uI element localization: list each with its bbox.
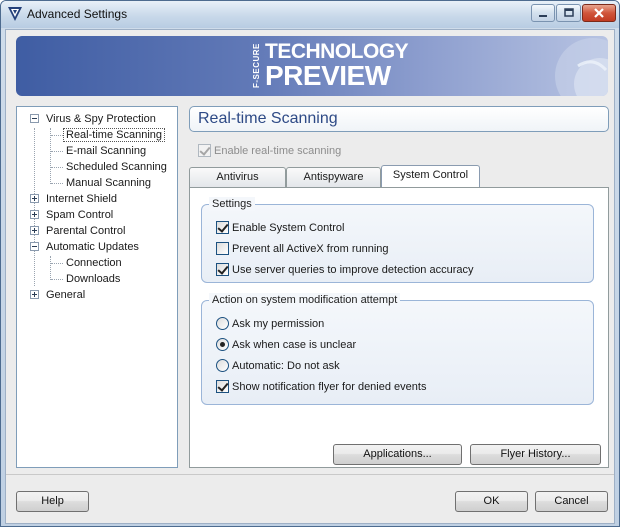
settings-tree[interactable]: Virus & Spy Protection Real-time Scannin… xyxy=(16,106,178,468)
tree-label: General xyxy=(46,289,86,301)
close-button[interactable] xyxy=(582,4,616,22)
tree-label: Parental Control xyxy=(46,225,126,237)
enable-realtime-checkbox[interactable] xyxy=(198,144,211,157)
collapse-icon[interactable] xyxy=(30,114,39,123)
enable-system-control-label: Enable System Control xyxy=(232,222,345,234)
advanced-settings-window: Advanced Settings F-SECURE TECHNOLOGY PR… xyxy=(0,0,620,527)
maximize-icon xyxy=(563,8,574,17)
tree-label: E-mail Scanning xyxy=(66,145,147,157)
title-bar: Advanced Settings xyxy=(1,1,619,28)
prevent-activex-label: Prevent all ActiveX from running xyxy=(232,243,389,255)
settings-group: Settings Enable System Control Prevent a… xyxy=(201,197,594,283)
show-flyer-checkbox[interactable] xyxy=(216,380,229,393)
tab-content-system-control: Settings Enable System Control Prevent a… xyxy=(189,187,609,468)
tab-system-control[interactable]: System Control xyxy=(381,165,480,187)
tab-antivirus[interactable]: Antivirus xyxy=(189,167,286,187)
panel-header: Real-time Scanning xyxy=(189,106,609,132)
server-queries-label: Use server queries to improve detection … xyxy=(232,264,474,276)
tree-label: Downloads xyxy=(66,273,121,285)
settings-group-title: Settings xyxy=(209,197,255,211)
expand-icon[interactable] xyxy=(30,290,39,299)
ask-permission-radio[interactable] xyxy=(216,317,229,330)
tree-item-connection[interactable]: Connection xyxy=(66,255,122,271)
ok-button[interactable]: OK xyxy=(455,491,528,512)
minimize-button[interactable] xyxy=(531,4,555,22)
maximize-button[interactable] xyxy=(556,4,581,22)
enable-realtime-label: Enable real-time scanning xyxy=(214,145,342,157)
tree-label: Spam Control xyxy=(46,209,114,221)
dialog-client-area: F-SECURE TECHNOLOGY PREVIEW Virus & Spy … xyxy=(5,29,615,524)
window-title: Advanced Settings xyxy=(27,7,128,21)
ask-unclear-label: Ask when case is unclear xyxy=(232,339,357,351)
collapse-icon[interactable] xyxy=(30,242,39,251)
minimize-icon xyxy=(539,15,547,17)
help-button[interactable]: Help xyxy=(16,491,89,512)
panel-title: Real-time Scanning xyxy=(198,110,338,127)
enable-system-control-checkbox[interactable] xyxy=(216,221,229,234)
automatic-label: Automatic: Do not ask xyxy=(232,360,340,372)
tree-item-email-scanning[interactable]: E-mail Scanning xyxy=(66,143,146,159)
ask-unclear-radio[interactable] xyxy=(216,338,229,351)
tree-item-scheduled-scanning[interactable]: Scheduled Scanning xyxy=(66,159,167,175)
dialog-footer: Help OK Cancel xyxy=(6,474,614,523)
tree-label: Virus & Spy Protection xyxy=(46,113,156,125)
server-queries-checkbox[interactable] xyxy=(216,263,229,276)
automatic-radio[interactable] xyxy=(216,359,229,372)
tree-item-downloads[interactable]: Downloads xyxy=(66,271,120,287)
brand-preview: PREVIEW xyxy=(265,60,391,91)
tree-item-manual-scanning[interactable]: Manual Scanning xyxy=(66,175,151,191)
tab-antispyware[interactable]: Antispyware xyxy=(286,167,381,187)
brand-banner: F-SECURE TECHNOLOGY PREVIEW xyxy=(16,36,608,96)
flyer-history-button[interactable]: Flyer History... xyxy=(470,444,601,465)
tree-label: Automatic Updates xyxy=(46,241,139,253)
show-flyer-label: Show notification flyer for denied event… xyxy=(232,381,427,393)
banner-decoration xyxy=(555,38,608,96)
tree-label: Scheduled Scanning xyxy=(66,161,167,173)
tree-label: Manual Scanning xyxy=(66,177,152,189)
tree-label: Real-time Scanning xyxy=(63,128,165,142)
action-group-title: Action on system modification attempt xyxy=(209,293,401,307)
fsecure-logo-icon xyxy=(7,6,23,22)
close-icon xyxy=(594,8,604,18)
applications-button[interactable]: Applications... xyxy=(333,444,462,465)
expand-icon[interactable] xyxy=(30,226,39,235)
tree-label: Connection xyxy=(66,257,122,269)
tree-label: Internet Shield xyxy=(46,193,117,205)
cancel-button[interactable]: Cancel xyxy=(535,491,608,512)
expand-icon[interactable] xyxy=(30,210,39,219)
tree-item-realtime-scanning[interactable]: Real-time Scanning xyxy=(63,127,165,143)
prevent-activex-checkbox[interactable] xyxy=(216,242,229,255)
expand-icon[interactable] xyxy=(30,194,39,203)
ask-permission-label: Ask my permission xyxy=(232,318,325,330)
brand-vertical-text: F-SECURE xyxy=(252,43,261,89)
action-group: Action on system modification attempt As… xyxy=(201,293,594,405)
